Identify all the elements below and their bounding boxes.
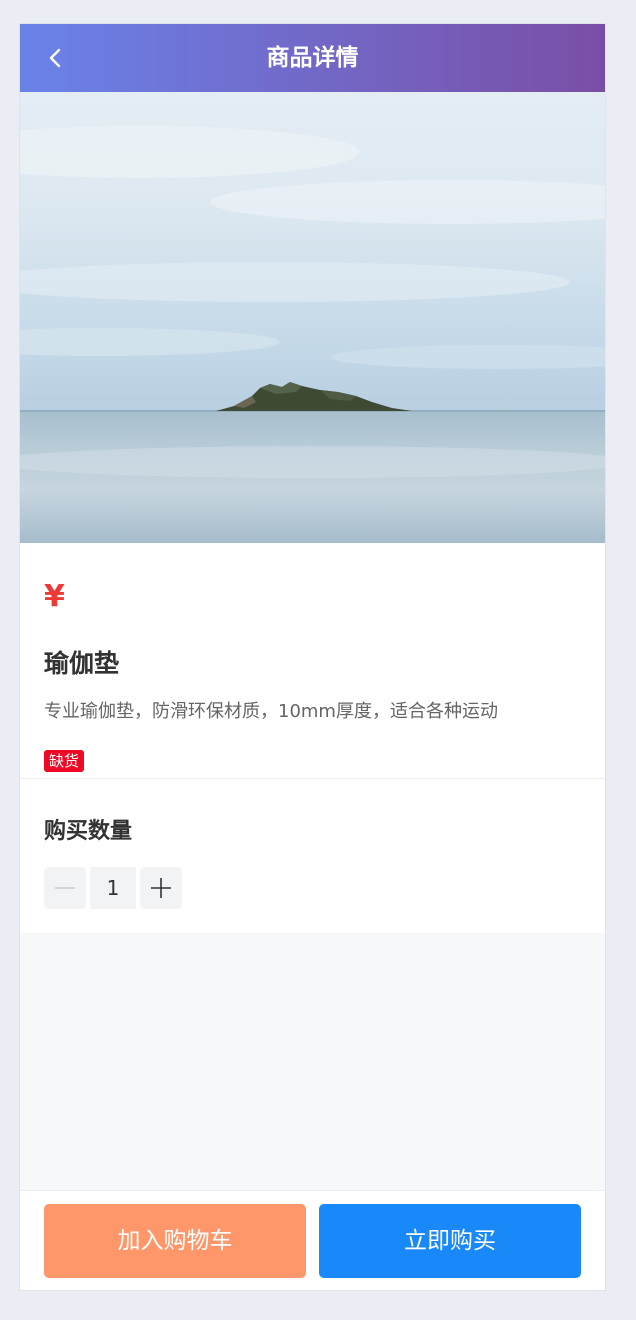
increase-button[interactable]	[140, 867, 182, 909]
add-to-cart-button[interactable]: 加入购物车	[44, 1204, 306, 1278]
plus-icon	[151, 878, 171, 898]
quantity-stepper	[44, 867, 182, 909]
buy-now-button[interactable]: 立即购买	[319, 1204, 581, 1278]
product-name: 瑜伽垫	[44, 649, 120, 678]
decrease-button[interactable]	[44, 867, 86, 909]
quantity-panel: 购买数量	[20, 779, 605, 933]
quantity-input[interactable]	[90, 867, 136, 909]
out-of-stock-badge: 缺货	[44, 750, 85, 772]
navbar: 商品详情	[20, 24, 605, 92]
page-title: 商品详情	[266, 45, 359, 71]
product-detail-screen: 商品详情 ¥ 瑜伽垫 专业瑜伽垫，防滑环保材质，10mm厚度，适合各种运动 缺货…	[20, 24, 605, 1290]
product-info: ¥ 瑜伽垫 专业瑜伽垫，防滑环保材质，10mm厚度，适合各种运动 缺货	[20, 543, 605, 779]
action-bar: 加入购物车 立即购买	[20, 1190, 605, 1290]
product-description: 专业瑜伽垫，防滑环保材质，10mm厚度，适合各种运动	[44, 701, 498, 722]
product-image	[20, 92, 605, 543]
minus-icon	[55, 887, 75, 889]
quantity-label: 购买数量	[44, 819, 133, 844]
price-symbol: ¥	[44, 579, 65, 614]
